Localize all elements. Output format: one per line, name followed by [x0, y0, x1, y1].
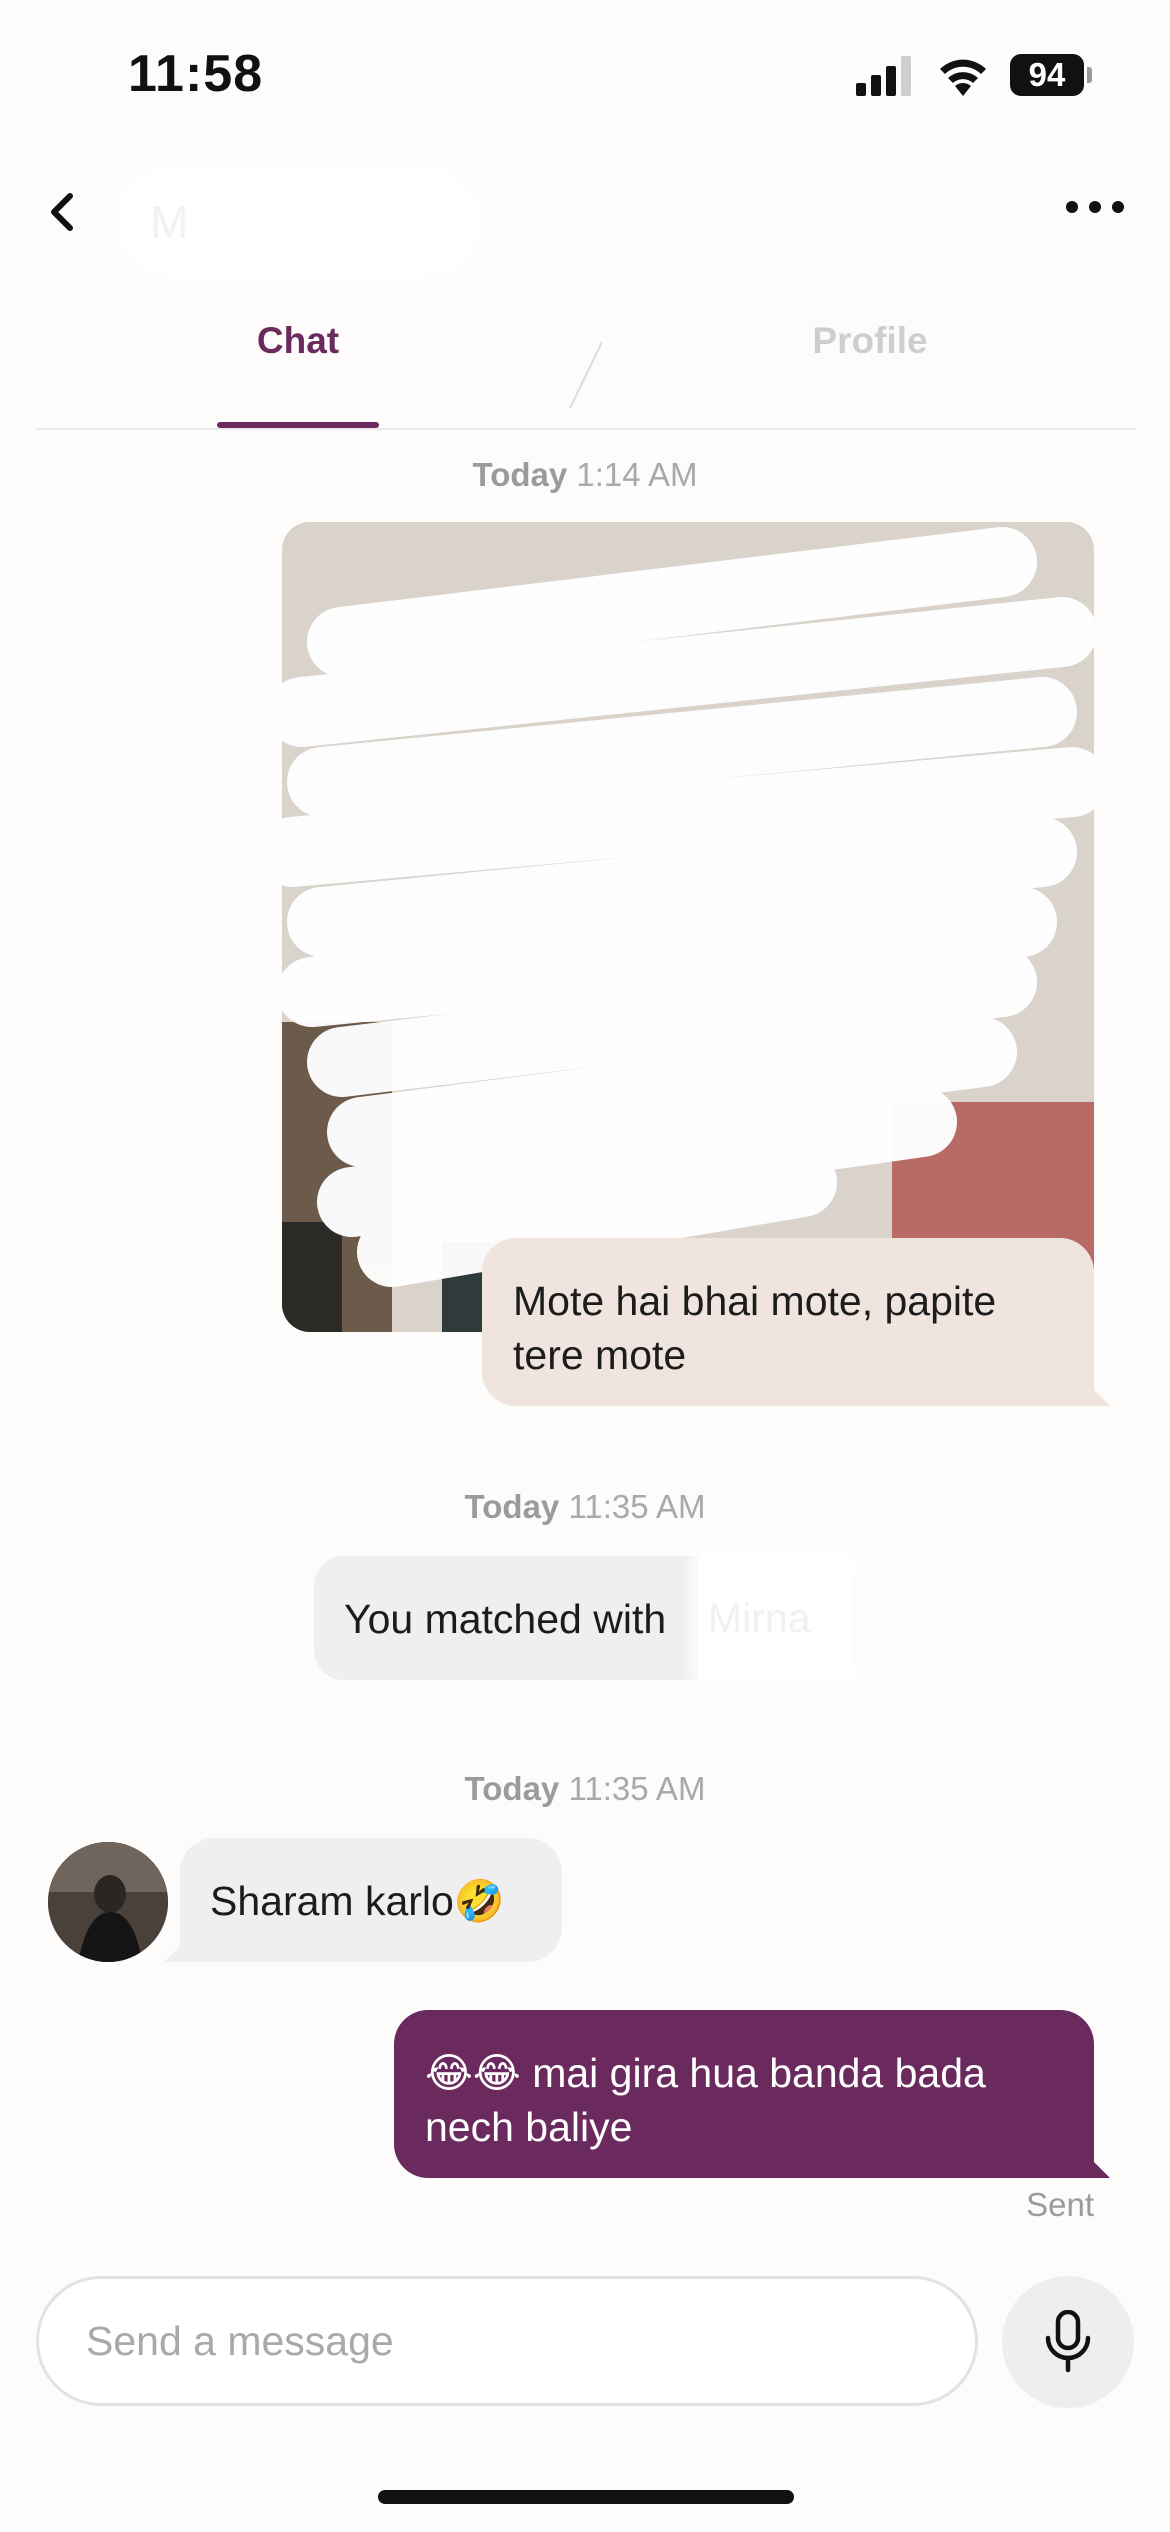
- avatar-image: [48, 1842, 168, 1962]
- tabs-divider: [36, 428, 1136, 430]
- wifi-icon: [940, 59, 986, 96]
- tab-chat[interactable]: Chat: [218, 320, 378, 384]
- photo-image: [282, 522, 1094, 1332]
- message-timestamp: Today 1:14 AM: [472, 456, 698, 493]
- battery-level: 94: [1010, 54, 1084, 96]
- match-avatar[interactable]: [48, 1842, 168, 1962]
- match-name[interactable]: M: [128, 180, 468, 264]
- status-bar: 11:58 94: [0, 0, 1170, 150]
- back-button[interactable]: [36, 186, 88, 238]
- battery-icon: 94: [1010, 54, 1092, 96]
- tab-divider: [569, 341, 603, 409]
- home-indicator: [378, 2490, 794, 2504]
- sent-message[interactable]: 😂😂 mai gira hua banda bada nech baliye: [394, 2010, 1110, 2178]
- message-timestamp: Today 11:35 AM: [464, 1770, 706, 1807]
- match-notice-name: Mirna: [698, 1556, 852, 1680]
- message-text: Sharam karlo🤣: [210, 1878, 505, 1924]
- status-time: 11:58: [128, 45, 264, 103]
- received-message[interactable]: Sharam karlo🤣: [164, 1838, 562, 1962]
- delivery-status: Sent: [1026, 2186, 1094, 2223]
- match-notice-text: You matched with: [344, 1596, 667, 1642]
- more-options-button[interactable]: [1060, 190, 1130, 224]
- message-input[interactable]: [36, 2276, 978, 2406]
- message-timestamp: Today 11:35 AM: [464, 1488, 706, 1525]
- signal-icon: [856, 56, 911, 96]
- voice-message-button[interactable]: [1002, 2276, 1134, 2408]
- photo-message[interactable]: [282, 522, 1094, 1332]
- sent-message-caption[interactable]: Mote hai bhai mote, papite tere mote: [482, 1238, 1110, 1406]
- match-notice: You matched with Mirna: [314, 1556, 856, 1680]
- message-text: Mote hai bhai mote, papite tere mote: [513, 1278, 997, 1378]
- tab-profile[interactable]: Profile: [790, 320, 950, 384]
- microphone-icon: [1045, 2310, 1091, 2373]
- message-text: 😂😂 mai gira hua banda bada nech baliye: [425, 2050, 986, 2150]
